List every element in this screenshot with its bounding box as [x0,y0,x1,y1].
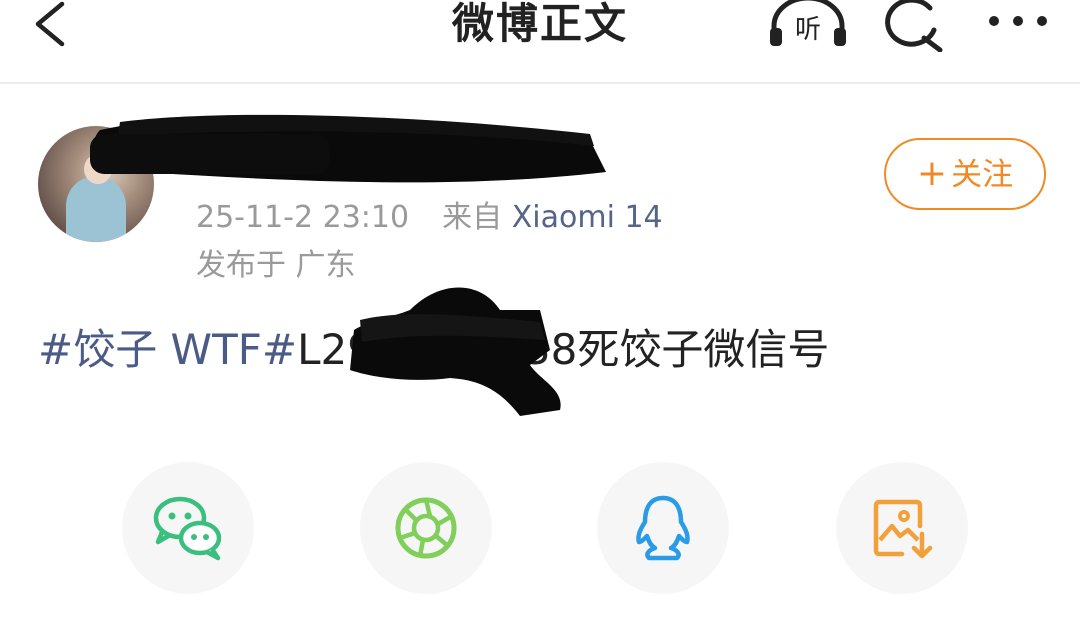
post-code-end: 38 [523,325,578,374]
share-qq-button[interactable] [597,462,729,594]
post-time: 25-11-2 23:10 [196,200,410,235]
username-visible: 加冰无糖 [328,137,473,178]
post-meta-time-device: 25-11-2 23:10 来自 Xiaomi 14 [196,198,663,238]
save-image-button[interactable] [836,462,968,594]
follow-label: 关注 [951,157,1014,193]
moments-aperture-icon [395,497,457,559]
search-icon [885,0,943,53]
post-text-rest: 死饺子微信号 [577,325,830,374]
post-from-label: 来自 [442,200,503,235]
search-button[interactable] [880,0,946,53]
share-wechat-button[interactable] [122,462,254,594]
top-nav-bar: 微博正文 听 [0,0,1080,84]
listen-label: 听 [795,15,821,45]
headphones-icon: 听 [770,0,846,46]
username[interactable]: 加冰无糖 [84,136,472,180]
topic-hashtag[interactable]: #饺子 WTF# [38,325,297,374]
post-code-start: L29 [297,325,374,374]
listen-button[interactable]: 听 [768,0,848,50]
post-text: #饺子 WTF#L29 38死饺子微信号 [38,322,829,378]
post-device[interactable]: Xiaomi 14 [512,200,663,235]
save-image-icon [873,499,933,559]
post-location: 发布于 广东 [196,248,356,283]
follow-button[interactable]: + 关注 [884,138,1046,210]
qq-penguin-icon [636,495,690,561]
avatar-figure [66,176,126,242]
more-dots-icon [989,16,1047,26]
plus-icon: + [916,153,948,194]
share-moments-button[interactable] [360,462,492,594]
more-button[interactable] [986,6,1052,36]
wechat-icon [153,496,222,561]
